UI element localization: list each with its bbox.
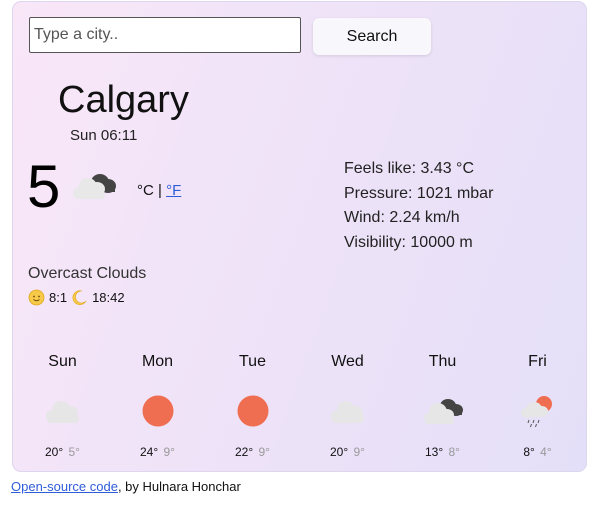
weather-description: Overcast Clouds (28, 265, 147, 282)
forecast-min-temp: 9° (258, 445, 270, 459)
celsius-label: °C (137, 182, 154, 199)
sun-icon (237, 395, 268, 427)
forecast-max-temp: 22° (235, 445, 254, 459)
sun-times: 8:1 18:42 (28, 289, 125, 306)
fahrenheit-link[interactable]: °F (166, 182, 181, 199)
footer: Open-source code, by Hulnara Honchar (11, 479, 241, 494)
unit-separator: | (158, 182, 162, 199)
sunrise-time: 8:1 (49, 290, 68, 305)
forecast-day: Thu 13° 8° (395, 353, 490, 463)
overcast-clouds-icon (423, 399, 463, 424)
forecast-temps: 22° 9° (205, 445, 300, 459)
forecast-max-temp: 13° (425, 445, 444, 459)
forecast-day: Wed 20° 9° (300, 353, 395, 463)
forecast-max-temp: 20° (45, 445, 64, 459)
forecast-min-temp: 9° (353, 445, 365, 459)
forecast-day-name: Sun (48, 353, 77, 370)
visibility: Visibility: 10000 m (344, 233, 473, 251)
cloud-icon (330, 401, 364, 423)
forecast-day: Fri 8° 4° (490, 353, 585, 463)
pressure: Pressure: 1021 mbar (344, 184, 494, 202)
forecast-temps: 24° 9° (110, 445, 205, 459)
overcast-clouds-icon (73, 174, 116, 199)
sun-icon (142, 395, 173, 427)
forecast-day-name: Fri (528, 353, 547, 370)
forecast-day: Mon 24° 9° (110, 353, 205, 463)
forecast-temps: 20° 9° (300, 445, 395, 459)
sunrise-emoji-icon (28, 289, 45, 306)
forecast-day: Tue 22° 9° (205, 353, 300, 463)
forecast-temps: 8° 4° (490, 445, 585, 459)
forecast-min-temp: 9° (163, 445, 175, 459)
forecast-max-temp: 20° (330, 445, 349, 459)
open-source-link[interactable]: Open-source code (11, 479, 118, 494)
forecast-day-name: Thu (428, 353, 457, 370)
forecast-max-temp: 8° (523, 445, 535, 459)
feels-like: Feels like: 3.43 °C (344, 160, 475, 177)
city-search-input[interactable] (29, 17, 301, 53)
forecast-min-temp: 5° (68, 445, 80, 459)
current-temperature: 5 (27, 153, 61, 220)
forecast-day-name: Tue (239, 353, 266, 370)
author-credit: , by Hulnara Honchar (117, 479, 241, 494)
forecast-day-name: Mon (141, 353, 174, 370)
forecast-day: Sun 20° 5° (15, 353, 110, 463)
forecast-min-temp: 8° (448, 445, 460, 459)
wind: Wind: 2.24 km/h (344, 209, 460, 226)
search-button[interactable]: Search (313, 18, 431, 55)
sunset-time: 18:42 (92, 290, 125, 305)
forecast-day-name: Wed (331, 353, 364, 370)
weather-card: Search Calgary Sun 06:11 5 °C | °F Feels… (12, 1, 587, 472)
forecast-temps: 13° 8° (395, 445, 490, 459)
city-name: Calgary (58, 79, 189, 121)
moon-icon (72, 290, 87, 305)
sun-rain-icon (520, 396, 552, 428)
cloud-icon (45, 401, 79, 423)
forecast-min-temp: 4° (540, 445, 552, 459)
current-datetime: Sun 06:11 (70, 127, 138, 144)
weather-details: Feels like: 3.43 °C Pressure: 1021 mbar … (344, 157, 493, 255)
unit-toggle: °C | °F (137, 182, 181, 199)
forecast-max-temp: 24° (140, 445, 159, 459)
forecast-temps: 20° 5° (15, 445, 110, 459)
forecast-row: Sun 20° 5° Mon 24° 9° Tue 22° 9° Wed 20°… (15, 353, 585, 463)
